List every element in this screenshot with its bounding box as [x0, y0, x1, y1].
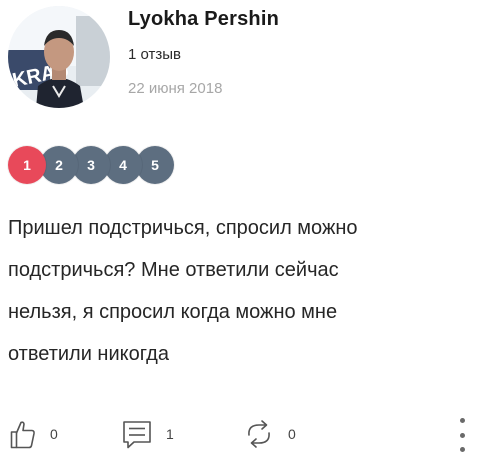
review-text: Пришел подстричься, спросил можно подстр…	[8, 217, 358, 365]
action-bar: 0 1 0	[0, 412, 480, 456]
review-date: 22 июня 2018	[128, 80, 223, 97]
more-options-button[interactable]	[458, 418, 466, 452]
avatar-photo: KRAS	[8, 6, 110, 108]
repost-icon	[248, 420, 270, 448]
comment-button[interactable]: 1	[122, 412, 174, 456]
rating-option-1[interactable]: 1	[8, 146, 46, 184]
thumbs-up-icon	[10, 421, 35, 449]
repost-button[interactable]: 0	[244, 412, 296, 456]
review-count[interactable]: 1 отзыв	[128, 46, 181, 63]
like-count: 0	[50, 426, 58, 442]
user-name[interactable]: Lyokha Pershin	[128, 8, 279, 31]
avatar[interactable]: KRAS	[8, 6, 110, 108]
review-card: KRAS Lyokha Pershin 1 отзыв 22 июня 2018…	[0, 0, 480, 459]
more-vertical-icon	[459, 418, 465, 423]
comment-count: 1	[166, 426, 174, 442]
like-button[interactable]: 0	[10, 412, 58, 456]
comment-icon	[123, 421, 151, 449]
repost-count: 0	[288, 426, 296, 442]
rating-selector: 12345	[8, 146, 208, 184]
